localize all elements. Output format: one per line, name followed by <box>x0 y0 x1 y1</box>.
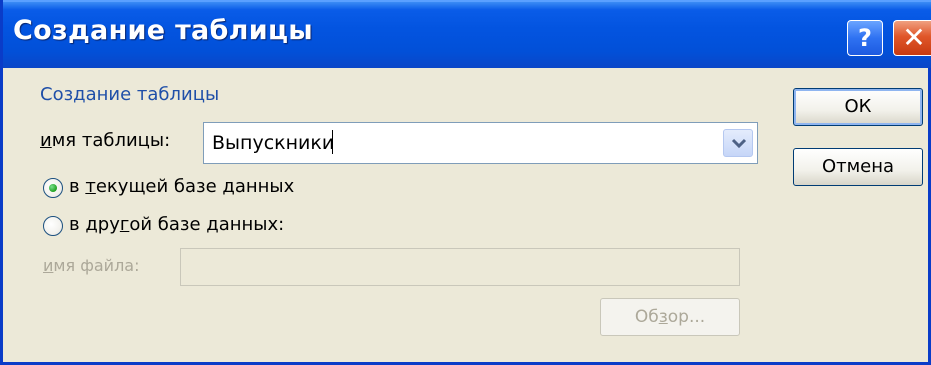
title-bar[interactable]: Создание таблицы ? ✕ <box>3 0 931 68</box>
window-title: Создание таблицы <box>13 15 314 46</box>
combo-dropdown-button[interactable] <box>723 129 753 157</box>
create-table-dialog: Создание таблицы ? ✕ Создание таблицы им… <box>0 0 931 365</box>
question-icon: ? <box>858 24 872 52</box>
browse-button[interactable]: Обзор... <box>600 298 740 336</box>
table-name-combobox[interactable]: Выпускники <box>203 122 758 164</box>
file-name-input[interactable] <box>180 248 740 286</box>
ok-button[interactable]: ОК <box>793 88 923 126</box>
radio-other-label: в другой базе данных: <box>69 214 285 235</box>
close-icon: ✕ <box>902 21 926 54</box>
dialog-body: Создание таблицы имя таблицы: Выпускники… <box>25 78 775 350</box>
radio-current-label: в текущей базе данных <box>69 176 295 197</box>
help-button[interactable]: ? <box>847 20 883 56</box>
text-caret <box>332 130 333 154</box>
close-button[interactable]: ✕ <box>893 20 931 56</box>
file-name-label: имя файла: <box>43 256 140 275</box>
table-name-label: имя таблицы: <box>40 130 171 151</box>
group-legend: Создание таблицы <box>40 84 220 105</box>
table-name-input[interactable]: Выпускники <box>212 132 334 154</box>
chevron-down-icon <box>731 138 747 149</box>
radio-current-indicator[interactable] <box>43 178 63 198</box>
radio-other-indicator[interactable] <box>43 216 63 236</box>
cancel-button[interactable]: Отмена <box>793 148 923 186</box>
